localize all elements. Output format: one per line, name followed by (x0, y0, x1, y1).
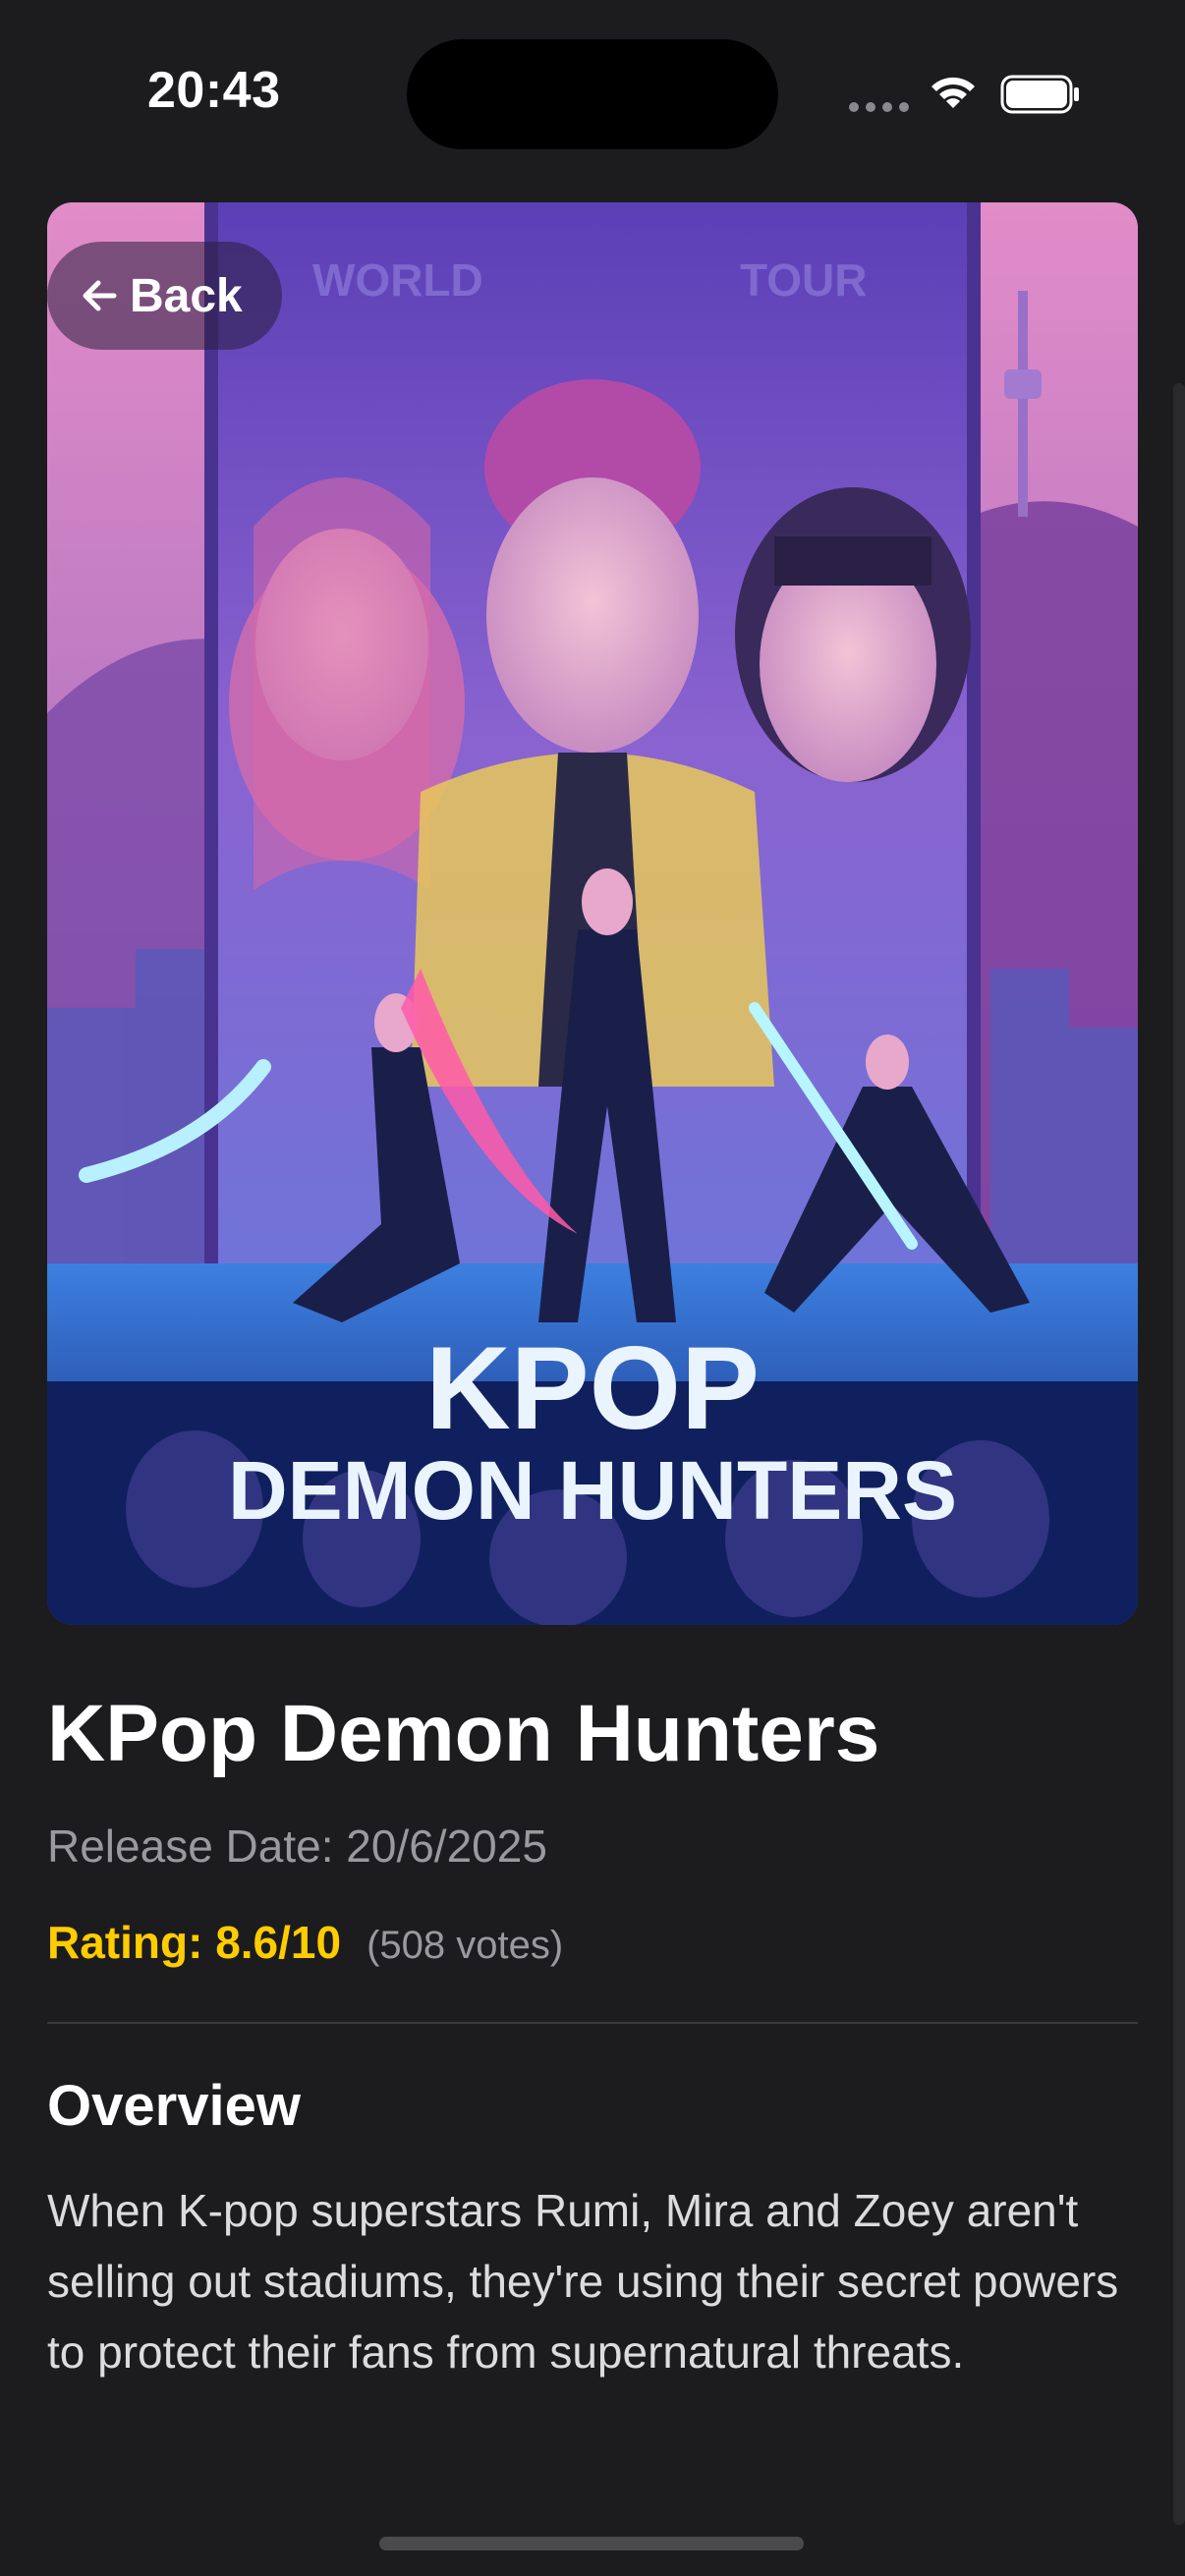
rating-row: Rating: 8.6/10 (508 votes) (47, 1916, 563, 1969)
rating-value: Rating: 8.6/10 (47, 1917, 342, 1968)
home-indicator[interactable] (379, 2537, 804, 2550)
section-divider (47, 2022, 1138, 2024)
movie-title: KPop Demon Hunters (47, 1689, 880, 1778)
status-bar: 20:43 (0, 0, 1185, 196)
poster-logo-line1: KPOP (425, 1322, 760, 1454)
battery-full-icon (1000, 75, 1079, 114)
back-button-label: Back (130, 269, 243, 322)
back-button[interactable]: Back (47, 242, 282, 350)
dynamic-island (407, 39, 778, 149)
overview-text: When K-pop superstars Rumi, Mira and Zoe… (47, 2185, 1119, 2378)
movie-detail-screen: 20:43 WORLD TOUR KPOP DEMON HUNTERS Back… (0, 0, 1185, 2576)
movie-poster-image: WORLD TOUR KPOP DEMON HUNTERS (47, 202, 1138, 1625)
poster-artwork: WORLD TOUR KPOP DEMON HUNTERS (47, 202, 1138, 1625)
signal-dots-icon (849, 102, 909, 112)
status-time: 20:43 (147, 62, 281, 119)
arrow-left-icon (83, 280, 117, 311)
vote-count: (508 votes) (367, 1924, 564, 1967)
banner-left-text: WORLD (312, 254, 483, 306)
banner-right-text: TOUR (740, 254, 868, 306)
release-date: Release Date: 20/6/2025 (47, 1820, 547, 1872)
scroll-indicator (1173, 383, 1185, 2525)
poster-logo-line2: DEMON HUNTERS (228, 1444, 957, 1537)
wifi-icon (931, 77, 975, 108)
overview-heading: Overview (47, 2074, 301, 2138)
